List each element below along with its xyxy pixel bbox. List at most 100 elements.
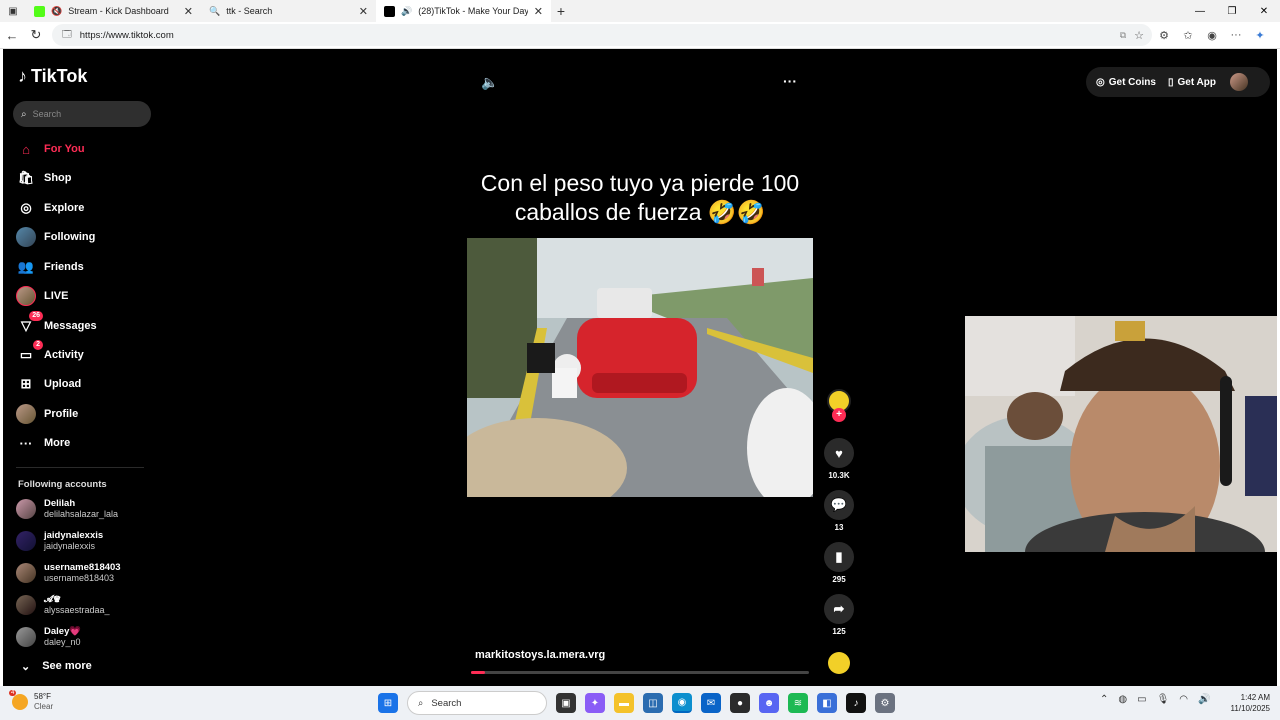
account-avatar <box>16 594 36 615</box>
video-author[interactable]: markitostoys.la.mera.vrg <box>475 649 605 661</box>
get-coins-label: Get Coins <box>1108 76 1156 88</box>
comment-button[interactable]: 💬 13 <box>823 490 855 532</box>
outlook-icon[interactable]: ✉ <box>701 693 721 713</box>
account-avatar <box>16 530 36 551</box>
refresh-icon[interactable]: ↻ <box>24 27 48 43</box>
account-handle: jaidynalexxis <box>44 541 96 551</box>
close-tab-icon[interactable]: ✕ <box>534 5 543 18</box>
nav-activity[interactable]: ▭ 2 Activity <box>16 340 84 366</box>
tab-search[interactable]: 🔍 ttk - Search ✕ <box>201 0 376 22</box>
favorite-star-icon[interactable]: ☆ <box>1134 29 1144 42</box>
video-player[interactable] <box>467 238 813 497</box>
copilot-app-icon[interactable]: ✦ <box>585 693 605 713</box>
open-in-app-icon[interactable]: ⧉ <box>1120 30 1126 41</box>
microphone-icon[interactable]: 🎙 <box>1157 694 1170 705</box>
volume-icon[interactable]: 🔊 <box>1198 694 1210 705</box>
tab-kick[interactable]: 🔇 Stream - Kick Dashboard ✕ <box>26 0 201 22</box>
save-button[interactable]: ▮ 295 <box>823 542 855 584</box>
following-avatar <box>16 227 36 247</box>
wifi-icon[interactable]: ◠ <box>1179 694 1188 705</box>
get-coins-button[interactable]: ◎ Get Coins <box>1096 77 1156 88</box>
account-item[interactable]: 𝓐♕ alyssaestradaa_ <box>16 594 110 615</box>
sound-disc-icon <box>828 652 850 674</box>
nav-friends[interactable]: 👥 Friends <box>16 256 84 278</box>
nav-label: More <box>44 437 71 449</box>
file-explorer-icon[interactable]: ▬ <box>614 693 634 713</box>
browser-tab-bar: ▣ 🔇 Stream - Kick Dashboard ✕ 🔍 ttk - Se… <box>0 0 1280 22</box>
nav-live[interactable]: LIVE <box>16 285 68 307</box>
close-window-icon[interactable]: ✕ <box>1248 6 1280 17</box>
account-avatar <box>16 562 36 583</box>
url-field[interactable]: 🗔 https://www.tiktok.com ⧉ ☆ <box>52 24 1152 46</box>
store-icon[interactable]: ◫ <box>643 693 663 713</box>
see-more-button[interactable]: ⌄ See more <box>21 660 92 673</box>
obs-icon[interactable]: ● <box>730 693 750 713</box>
profile-icon[interactable]: ◉ <box>1200 29 1224 42</box>
system-tray: ⌃ ◍ ▭ 🎙 ◠ 🔊 <box>1100 694 1210 705</box>
weather-widget[interactable]: 4 58°F Clear <box>9 690 53 712</box>
video-progress-bar[interactable] <box>471 671 809 674</box>
edge-icon[interactable]: ◉ <box>672 693 692 713</box>
favorites-icon[interactable]: ✩ <box>1176 29 1200 42</box>
tray-display-icon[interactable]: ▭ <box>1137 694 1146 705</box>
kick-icon <box>34 5 45 17</box>
get-app-button[interactable]: ▯ Get App <box>1168 77 1216 88</box>
follow-plus-icon[interactable]: + <box>832 408 846 422</box>
new-tab-icon[interactable]: + <box>551 3 571 19</box>
volume-icon[interactable]: 🔈 <box>481 74 498 91</box>
tab-tiktok[interactable]: 🔊 (28)TikTok - Make Your Day ✕ <box>376 0 551 22</box>
app-icon[interactable]: ◧ <box>817 693 837 713</box>
user-avatar[interactable] <box>1230 73 1248 91</box>
account-item[interactable]: username818403 username818403 <box>16 562 121 583</box>
spotify-icon[interactable]: ≋ <box>788 693 808 713</box>
maximize-icon[interactable]: ❐ <box>1216 6 1248 17</box>
tab-label: (28)TikTok - Make Your Day <box>418 6 528 16</box>
nav-shop[interactable]: 🛍 Shop <box>16 167 72 189</box>
account-item[interactable]: Delilah delilahsalazar_lala <box>16 498 118 519</box>
nav-explore[interactable]: ◎ Explore <box>16 197 84 219</box>
copilot-icon[interactable]: ✦ <box>1248 29 1272 42</box>
nav-label: For You <box>44 143 85 155</box>
discord-icon[interactable]: ☻ <box>759 693 779 713</box>
nav-following[interactable]: Following <box>16 226 95 248</box>
nav-upload[interactable]: ⊞ Upload <box>16 373 82 395</box>
clock-time: 1:42 AM <box>1240 693 1270 702</box>
account-item[interactable]: Daley💗 daley_n0 <box>16 626 81 647</box>
sound-disc-button[interactable] <box>823 652 855 674</box>
nav-label: Following <box>44 231 96 243</box>
nav-for-you[interactable]: ⌂ For You <box>16 138 85 160</box>
tiktok-app-icon[interactable]: ♪ <box>846 693 866 713</box>
nav-label: Messages <box>44 320 97 332</box>
tray-app-icon[interactable]: ◍ <box>1118 694 1127 705</box>
taskbar-search[interactable]: ⌕ Search <box>407 691 547 715</box>
close-tab-icon[interactable]: ✕ <box>184 5 193 18</box>
webcam-frame <box>965 316 1277 552</box>
tab-actions-icon[interactable]: ▣ <box>0 6 26 17</box>
back-icon[interactable]: ← <box>0 28 24 43</box>
nav-more[interactable]: ··· More <box>16 432 71 454</box>
more-options-icon[interactable]: ··· <box>783 73 797 89</box>
minimize-icon[interactable]: — <box>1184 6 1216 17</box>
nav-messages[interactable]: ▽ 26 Messages <box>16 311 97 337</box>
close-tab-icon[interactable]: ✕ <box>359 5 368 18</box>
settings-icon[interactable]: ⚙ <box>875 693 895 713</box>
author-avatar-button[interactable]: + <box>823 389 855 422</box>
tray-chevron-icon[interactable]: ⌃ <box>1100 694 1108 705</box>
windows-start-icon[interactable]: ⊞ <box>378 693 398 713</box>
search-input[interactable]: ⌕ Search <box>13 101 151 127</box>
nav-profile[interactable]: Profile <box>16 403 78 425</box>
save-count: 295 <box>832 575 846 584</box>
menu-icon[interactable]: ··· <box>1224 29 1248 41</box>
extensions-icon[interactable]: ⚙ <box>1152 29 1176 42</box>
top-right-actions: ◎ Get Coins ▯ Get App <box>1086 67 1270 97</box>
account-item[interactable]: jaidynalexxis jaidynalexxis <box>16 530 103 551</box>
like-button[interactable]: ♥ 10.3K <box>823 438 855 480</box>
clock[interactable]: 1:42 AM 11/10/2025 <box>1222 692 1270 714</box>
tiktok-logo[interactable]: ♪ TikTok <box>18 66 87 87</box>
share-button[interactable]: ➦ 125 <box>823 594 855 636</box>
search-icon: 🔍 <box>209 5 221 16</box>
speaker-icon: 🔊 <box>401 5 413 16</box>
task-view-icon[interactable]: ▣ <box>556 693 576 713</box>
site-info-icon[interactable]: 🗔 <box>62 27 72 43</box>
account-name: username818403 <box>44 562 121 573</box>
